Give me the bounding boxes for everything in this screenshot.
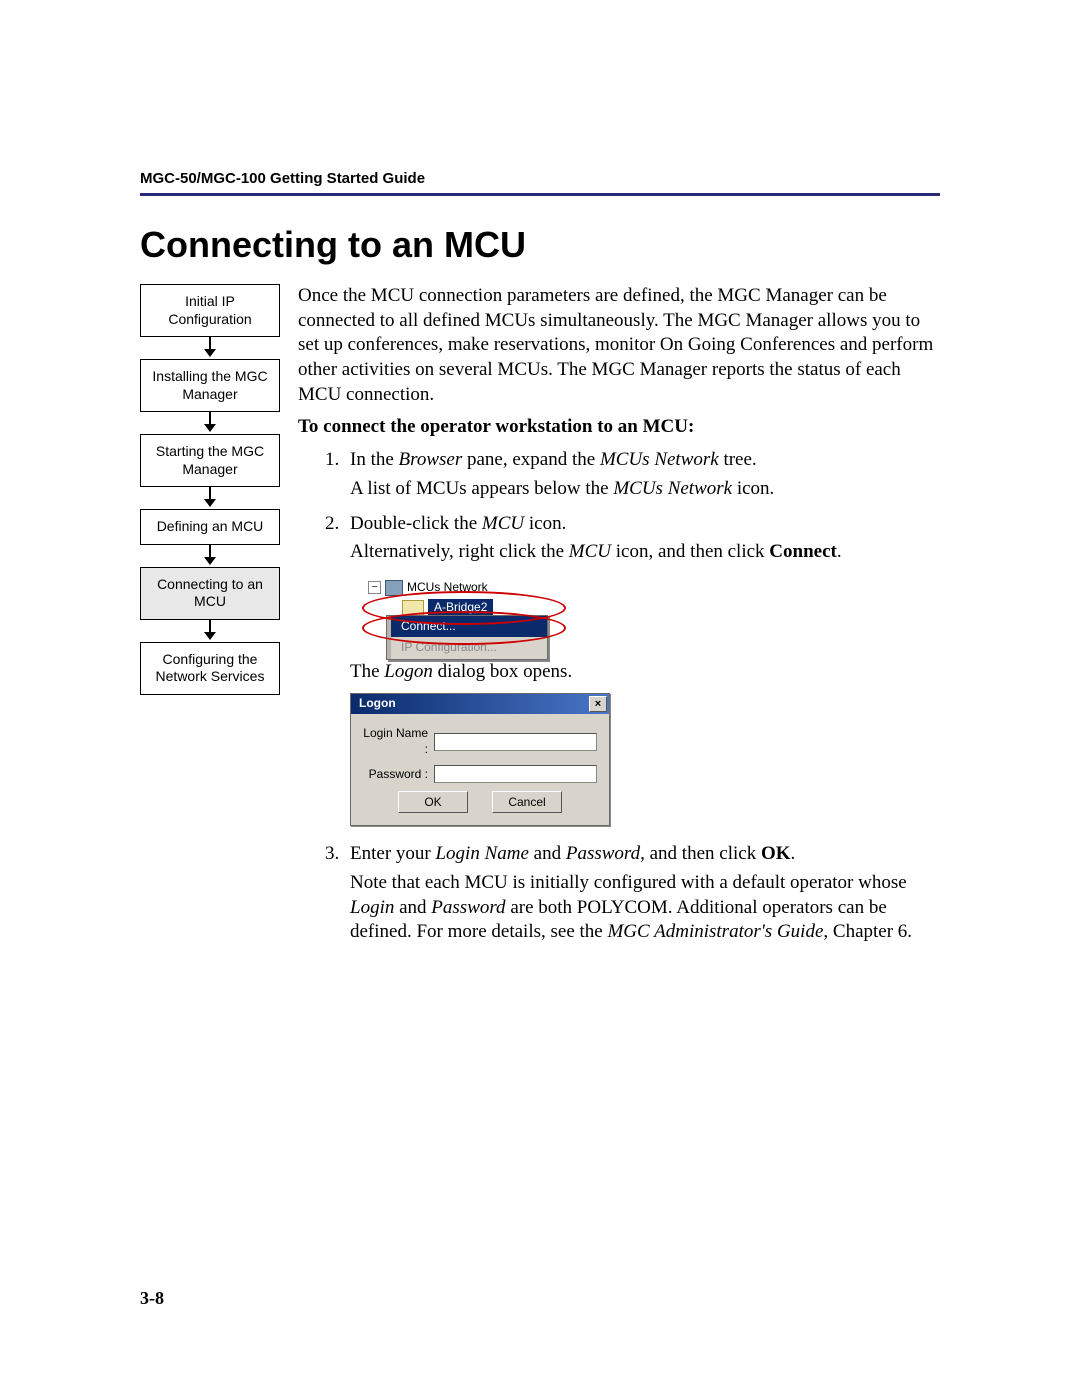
step-2-sub: Alternatively, right click the MCU icon,… [350,540,940,565]
tree-view: − MCUs Network A-Bridge2 Connect... [368,575,558,647]
flow-arrow [140,337,280,359]
flow-step-install: Installing the MGC Manager [140,359,280,412]
screenshot-tree-context-menu: − MCUs Network A-Bridge2 Connect... [368,575,558,647]
ctx-ip-configuration[interactable]: IP Configuration... [387,637,547,659]
dialog-titlebar: Logon × [351,694,609,714]
flow-step-initial-ip: Initial IP Configuration [140,284,280,337]
flow-step-define: Defining an MCU [140,509,280,545]
flow-arrow [140,412,280,434]
step-1-sub: A list of MCUs appears below the MCUs Ne… [350,477,940,502]
page-title: Connecting to an MCU [140,224,940,266]
running-header: MGC-50/MGC-100 Getting Started Guide [140,170,940,187]
logon-dialog: Logon × Login Name : Password : [350,693,610,826]
procedure-list: In the Browser pane, expand the MCUs Net… [298,448,940,945]
page-number: 3-8 [140,1288,164,1309]
document-page: MGC-50/MGC-100 Getting Started Guide Con… [0,0,1080,1397]
login-name-row: Login Name : [363,726,597,757]
flow-step-start: Starting the MGC Manager [140,434,280,487]
step-1: In the Browser pane, expand the MCUs Net… [344,448,940,501]
main-content: Once the MCU connection parameters are d… [298,284,940,955]
two-column-layout: Initial IP Configuration Installing the … [140,284,940,955]
step-3-note: Note that each MCU is initially configur… [350,871,940,945]
network-icon [385,580,403,596]
context-menu: Connect... IP Configuration... [386,615,548,660]
close-icon[interactable]: × [589,696,607,712]
mcu-icon [402,600,424,616]
password-label: Password : [363,767,434,783]
dialog-buttons: OK Cancel [363,791,597,813]
ctx-connect[interactable]: Connect... [387,616,547,638]
flowchart: Initial IP Configuration Installing the … [140,284,280,695]
flow-arrow [140,487,280,509]
ok-button[interactable]: OK [398,791,468,813]
mcu-node-label: A-Bridge2 [428,599,493,617]
tree-mcu-row[interactable]: A-Bridge2 [402,599,558,617]
login-name-label: Login Name : [363,726,434,757]
step-3: Enter your Login Name and Password, and … [344,842,940,945]
cancel-button[interactable]: Cancel [492,791,562,813]
flow-arrow [140,545,280,567]
header-rule [140,193,940,196]
dialog-title-text: Logon [359,696,396,712]
password-input[interactable] [434,765,597,783]
intro-paragraph: Once the MCU connection parameters are d… [298,284,940,407]
tree-root-row[interactable]: − MCUs Network [368,579,558,597]
password-row: Password : [363,765,597,783]
flow-step-connect: Connecting to an MCU [140,567,280,620]
flow-arrow [140,620,280,642]
login-name-input[interactable] [434,733,597,751]
dialog-body: Login Name : Password : OK Cancel [351,714,609,825]
tree-collapse-icon[interactable]: − [368,581,381,594]
step-2: Double-click the MCU icon. Alternatively… [344,512,940,827]
context-menu-edge [387,616,391,659]
logon-opens-line: The Logon dialog box opens. [350,660,940,685]
tree-root-label: MCUs Network [407,580,488,596]
flow-step-configure: Configuring the Network Services [140,642,280,695]
procedure-heading: To connect the operator workstation to a… [298,415,940,440]
